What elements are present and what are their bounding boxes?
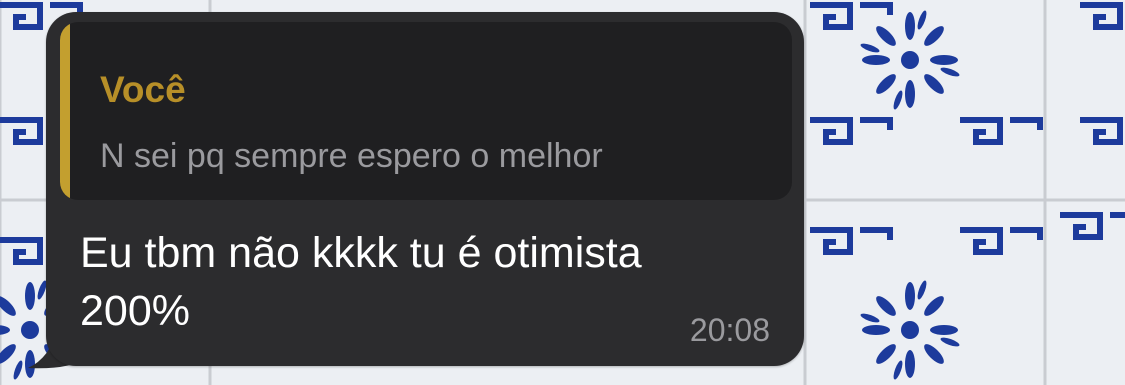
message-bubble[interactable]: Você N sei pq sempre espero o melhor Eu … [46, 12, 804, 366]
message-timestamp: 20:08 [689, 312, 770, 348]
reply-quote-author: Você [100, 69, 186, 110]
message-text: Eu tbm não kkkk tu é otimista 200% [80, 229, 642, 335]
reply-quote[interactable]: Você N sei pq sempre espero o melhor [60, 22, 792, 200]
reply-quote-accent-bar [60, 22, 70, 200]
reply-quote-text: N sei pq sempre espero o melhor [100, 137, 603, 175]
